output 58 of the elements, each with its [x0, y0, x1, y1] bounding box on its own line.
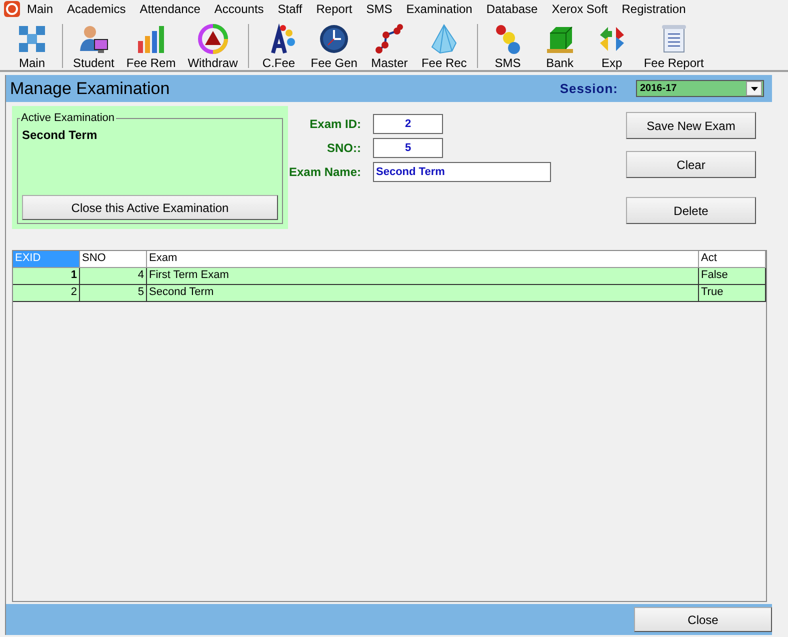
table-cell: 5 — [80, 285, 147, 301]
table-cell: 1 — [13, 268, 80, 284]
toolbar-button[interactable]: Fee Gen — [304, 23, 364, 70]
menu-item[interactable]: Examination — [399, 2, 480, 16]
person-computer-icon — [78, 23, 110, 55]
menu-item[interactable]: Accounts — [207, 2, 271, 16]
field-label: Exam ID: — [308, 117, 362, 131]
table-cell: Second Term — [147, 285, 699, 301]
session-dropdown[interactable]: 2016-17 — [636, 80, 764, 97]
menu-item[interactable]: Report — [309, 2, 360, 16]
table-cell: True — [699, 285, 766, 301]
grid-icon — [16, 23, 48, 55]
menu-item[interactable]: Main — [20, 2, 60, 16]
column-header[interactable]: Exam — [147, 251, 699, 267]
toolbar-button[interactable]: C.Fee — [252, 23, 305, 70]
input-field[interactable]: 2 — [373, 114, 444, 134]
session-label: Session: — [560, 81, 618, 96]
table-cell: 2 — [13, 285, 80, 301]
toolbar-button[interactable]: Exp — [586, 23, 638, 70]
color-wheel-icon — [196, 23, 229, 55]
input-field[interactable]: Second Term — [373, 162, 552, 182]
app-logo-icon[interactable] — [4, 1, 20, 17]
toolbar-button[interactable]: Fee Rem — [120, 23, 182, 70]
menu-item[interactable]: SMS — [359, 2, 400, 16]
toolbar-button[interactable]: Student — [67, 23, 120, 70]
menu-item[interactable]: Registration — [614, 2, 693, 16]
table-row[interactable]: 2 5 Second Term True — [13, 285, 766, 302]
column-header[interactable]: Act — [699, 251, 766, 267]
form-title: Manage Examination — [10, 78, 171, 98]
action-button[interactable]: Clear — [626, 151, 756, 178]
menu-item[interactable]: Academics — [60, 2, 133, 16]
active-exam-name: Second Term — [22, 128, 98, 142]
field-label: SNO:: — [326, 141, 362, 155]
menu-item[interactable]: Staff — [270, 2, 310, 16]
toolbar-button[interactable]: SMS — [482, 23, 534, 70]
toolbar-button[interactable]: Fee Rec — [415, 23, 473, 70]
toolbar-button[interactable]: Main — [6, 23, 58, 70]
toolbar-button[interactable]: Fee Report — [638, 23, 710, 70]
action-button[interactable]: Delete — [626, 197, 756, 224]
toolbar-button[interactable]: Bank — [534, 23, 586, 70]
table-cell: First Term Exam — [147, 268, 699, 284]
clock-icon — [318, 23, 350, 55]
table-cell: 4 — [80, 268, 147, 284]
menu-item[interactable]: Xerox Soft — [544, 2, 615, 16]
close-exam-button[interactable]: Close this Active Examination — [22, 195, 278, 220]
toolbar-button[interactable]: Master — [363, 23, 416, 70]
node-graph-icon — [373, 23, 406, 55]
menu-item[interactable]: Attendance — [132, 2, 208, 16]
table-cell: False — [699, 268, 766, 284]
menu-item[interactable]: Database — [479, 2, 545, 16]
toolbar-button[interactable]: Withdraw — [182, 23, 244, 70]
group-label: Active Examination — [20, 112, 116, 124]
column-header[interactable]: SNO — [80, 251, 147, 267]
action-button[interactable]: Save New Exam — [626, 112, 756, 139]
close-button[interactable]: Close — [634, 607, 772, 632]
input-field[interactable]: 5 — [373, 138, 444, 158]
field-label: Exam Name: — [288, 165, 362, 179]
table-row[interactable]: 1 4 First Term Exam False — [13, 268, 766, 285]
